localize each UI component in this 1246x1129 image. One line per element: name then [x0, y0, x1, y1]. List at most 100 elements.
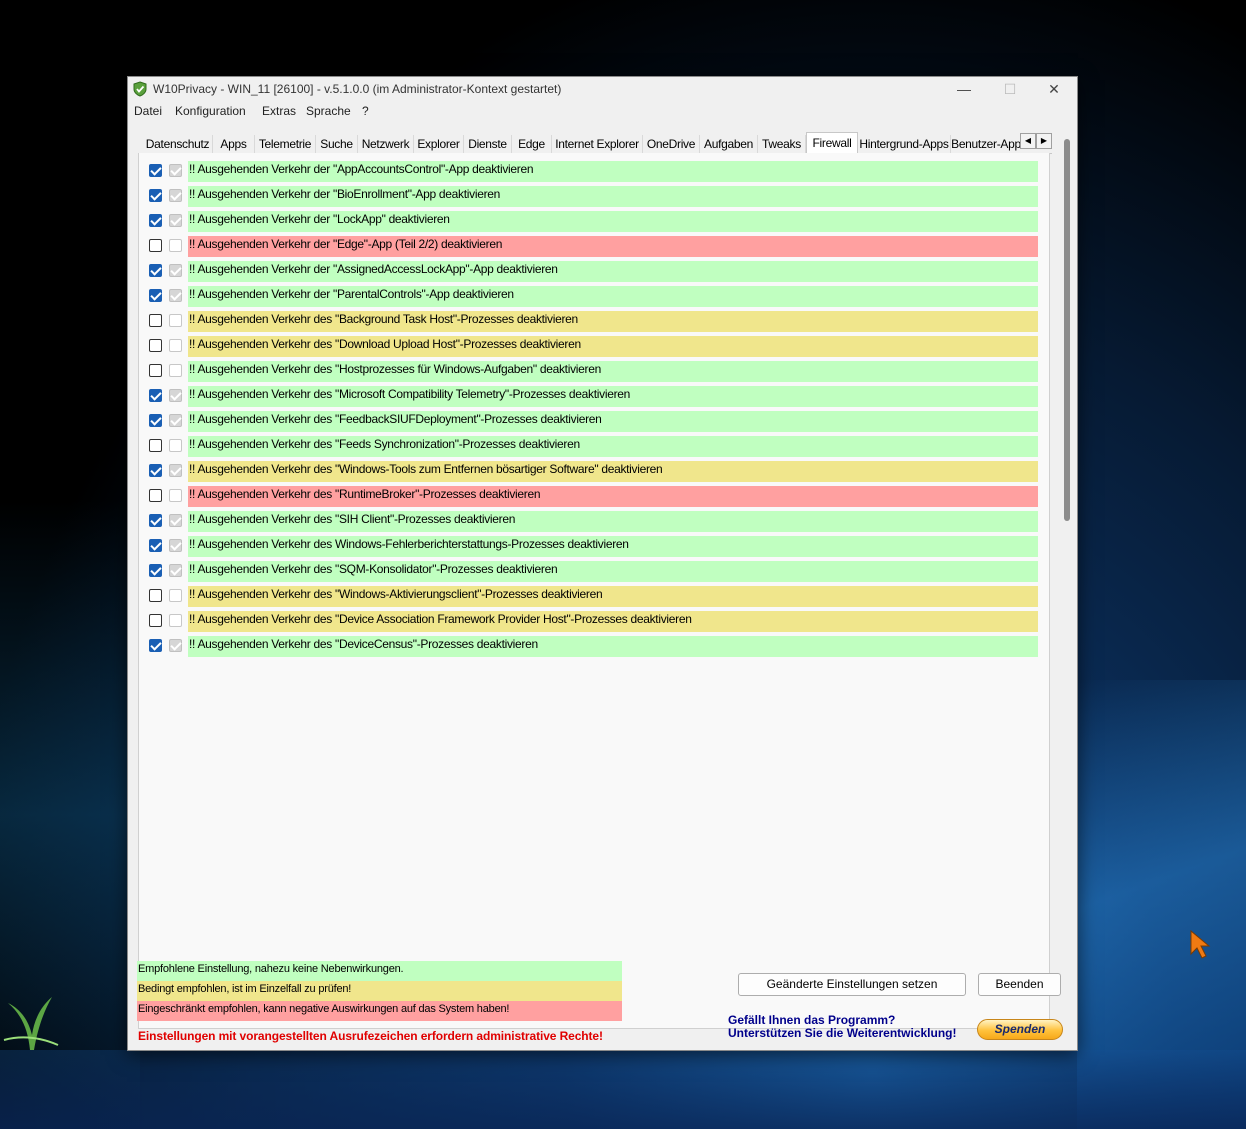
setting-checkbox[interactable]	[149, 164, 162, 177]
apply-settings-button[interactable]: Geänderte Einstellungen setzen	[738, 973, 966, 996]
tab-scroll-right-icon[interactable]: ▶	[1036, 133, 1052, 149]
setting-row: !! Ausgehenden Verkehr der "Edge"-App (T…	[139, 236, 1051, 257]
recommended-checkbox	[169, 539, 182, 552]
vertical-scrollbar[interactable]	[1064, 139, 1070, 521]
setting-checkbox[interactable]	[149, 539, 162, 552]
menu-help[interactable]: ?	[362, 104, 369, 118]
setting-label[interactable]: !! Ausgehenden Verkehr des "Download Upl…	[188, 336, 1038, 357]
recommended-checkbox	[169, 564, 182, 577]
setting-row: !! Ausgehenden Verkehr der "ParentalCont…	[139, 286, 1051, 307]
setting-row: !! Ausgehenden Verkehr des "DeviceCensus…	[139, 636, 1051, 657]
setting-label[interactable]: !! Ausgehenden Verkehr des "Windows-Tool…	[188, 461, 1038, 482]
recommended-checkbox	[169, 339, 182, 352]
tab-onedrive[interactable]: OneDrive	[643, 135, 700, 154]
setting-row: !! Ausgehenden Verkehr des "RuntimeBroke…	[139, 486, 1051, 507]
setting-label[interactable]: !! Ausgehenden Verkehr der "BioEnrollmen…	[188, 186, 1038, 207]
setting-label[interactable]: !! Ausgehenden Verkehr der "AssignedAcce…	[188, 261, 1038, 282]
wallpaper-bottom	[0, 1050, 1246, 1129]
tab-dienste[interactable]: Dienste	[464, 135, 512, 154]
maximize-button[interactable]: ☐	[987, 77, 1033, 101]
setting-checkbox[interactable]	[149, 364, 162, 377]
setting-label[interactable]: !! Ausgehenden Verkehr des "Feeds Synchr…	[188, 436, 1038, 457]
tab-tweaks[interactable]: Tweaks	[758, 135, 806, 154]
tab-firewall[interactable]: Firewall	[806, 132, 858, 155]
legend-conditional: Bedingt empfohlen, ist im Einzelfall zu …	[137, 981, 622, 1001]
recommended-checkbox	[169, 314, 182, 327]
menu-sprache[interactable]: Sprache	[306, 104, 351, 118]
setting-checkbox[interactable]	[149, 389, 162, 402]
setting-row: !! Ausgehenden Verkehr des "Windows-Tool…	[139, 461, 1051, 482]
setting-checkbox[interactable]	[149, 464, 162, 477]
tab-datenschutz[interactable]: Datenschutz	[143, 135, 213, 154]
legend-restricted: Eingeschränkt empfohlen, kann negative A…	[137, 1001, 622, 1021]
setting-row: !! Ausgehenden Verkehr des "Background T…	[139, 311, 1051, 332]
setting-checkbox[interactable]	[149, 189, 162, 202]
tab-aufgaben[interactable]: Aufgaben	[700, 135, 758, 154]
tab-edge[interactable]: Edge	[512, 135, 552, 154]
setting-label[interactable]: !! Ausgehenden Verkehr des "Device Assoc…	[188, 611, 1038, 632]
setting-checkbox[interactable]	[149, 489, 162, 502]
tab-netzwerk[interactable]: Netzwerk	[358, 135, 414, 154]
menu-datei[interactable]: Datei	[134, 104, 162, 118]
setting-label[interactable]: !! Ausgehenden Verkehr des "Windows-Akti…	[188, 586, 1038, 607]
setting-label[interactable]: !! Ausgehenden Verkehr der "ParentalCont…	[188, 286, 1038, 307]
setting-label[interactable]: !! Ausgehenden Verkehr des "FeedbackSIUF…	[188, 411, 1038, 432]
setting-row: !! Ausgehenden Verkehr des "Device Assoc…	[139, 611, 1051, 632]
setting-checkbox[interactable]	[149, 589, 162, 602]
mouse-cursor-icon	[1190, 930, 1211, 959]
donate-button[interactable]: Spenden	[977, 1019, 1063, 1040]
setting-row: !! Ausgehenden Verkehr der "LockApp" dea…	[139, 211, 1051, 232]
support-line-2: Unterstützen Sie die Weiterentwicklung!	[728, 1026, 957, 1040]
recommended-checkbox	[169, 289, 182, 302]
tab-hintergrund-apps[interactable]: Hintergrund-Apps	[858, 135, 951, 154]
wallpaper-leaf-icon	[3, 997, 59, 1050]
setting-label[interactable]: !! Ausgehenden Verkehr des "SIH Client"-…	[188, 511, 1038, 532]
setting-checkbox[interactable]	[149, 564, 162, 577]
setting-checkbox[interactable]	[149, 314, 162, 327]
setting-checkbox[interactable]	[149, 439, 162, 452]
setting-checkbox[interactable]	[149, 289, 162, 302]
setting-label[interactable]: !! Ausgehenden Verkehr des "DeviceCensus…	[188, 636, 1038, 657]
menu-konfiguration[interactable]: Konfiguration	[175, 104, 246, 118]
setting-label[interactable]: !! Ausgehenden Verkehr des "SQM-Konsolid…	[188, 561, 1038, 582]
shield-check-icon	[133, 81, 147, 97]
setting-label[interactable]: !! Ausgehenden Verkehr der "Edge"-App (T…	[188, 236, 1038, 257]
setting-checkbox[interactable]	[149, 514, 162, 527]
setting-checkbox[interactable]	[149, 239, 162, 252]
setting-label[interactable]: !! Ausgehenden Verkehr der "LockApp" dea…	[188, 211, 1038, 232]
setting-label[interactable]: !! Ausgehenden Verkehr der "AppAccountsC…	[188, 161, 1038, 182]
minimize-button[interactable]: —	[941, 77, 987, 101]
tab-scroll-left-icon[interactable]: ◀	[1020, 133, 1036, 149]
menu-extras[interactable]: Extras	[262, 104, 296, 118]
recommended-checkbox	[169, 264, 182, 277]
setting-row: !! Ausgehenden Verkehr des "Hostprozesse…	[139, 361, 1051, 382]
recommended-checkbox	[169, 464, 182, 477]
setting-row: !! Ausgehenden Verkehr der "AppAccountsC…	[139, 161, 1051, 182]
setting-checkbox[interactable]	[149, 339, 162, 352]
setting-checkbox[interactable]	[149, 639, 162, 652]
recommended-checkbox	[169, 489, 182, 502]
recommended-checkbox	[169, 189, 182, 202]
setting-row: !! Ausgehenden Verkehr der "AssignedAcce…	[139, 261, 1051, 282]
setting-row: !! Ausgehenden Verkehr des "Microsoft Co…	[139, 386, 1051, 407]
setting-checkbox[interactable]	[149, 414, 162, 427]
exit-button[interactable]: Beenden	[978, 973, 1061, 996]
tab-benutzer-apps[interactable]: Benutzer-App	[951, 135, 1021, 154]
setting-label[interactable]: !! Ausgehenden Verkehr des "Background T…	[188, 311, 1038, 332]
title-bar[interactable]: W10Privacy - WIN_11 [26100] - v.5.1.0.0 …	[128, 77, 1077, 101]
tab-suche[interactable]: Suche	[316, 135, 358, 154]
recommended-checkbox	[169, 364, 182, 377]
setting-checkbox[interactable]	[149, 614, 162, 627]
tab-explorer[interactable]: Explorer	[414, 135, 464, 154]
setting-label[interactable]: !! Ausgehenden Verkehr des "RuntimeBroke…	[188, 486, 1038, 507]
setting-checkbox[interactable]	[149, 214, 162, 227]
setting-label[interactable]: !! Ausgehenden Verkehr des Windows-Fehle…	[188, 536, 1038, 557]
setting-label[interactable]: !! Ausgehenden Verkehr des "Hostprozesse…	[188, 361, 1038, 382]
close-button[interactable]: ✕	[1031, 77, 1077, 101]
tab-telemetrie[interactable]: Telemetrie	[255, 135, 316, 154]
tab-apps[interactable]: Apps	[213, 135, 255, 154]
setting-checkbox[interactable]	[149, 264, 162, 277]
recommended-checkbox	[169, 639, 182, 652]
tab-internet-explorer[interactable]: Internet Explorer	[552, 135, 643, 154]
setting-label[interactable]: !! Ausgehenden Verkehr des "Microsoft Co…	[188, 386, 1038, 407]
